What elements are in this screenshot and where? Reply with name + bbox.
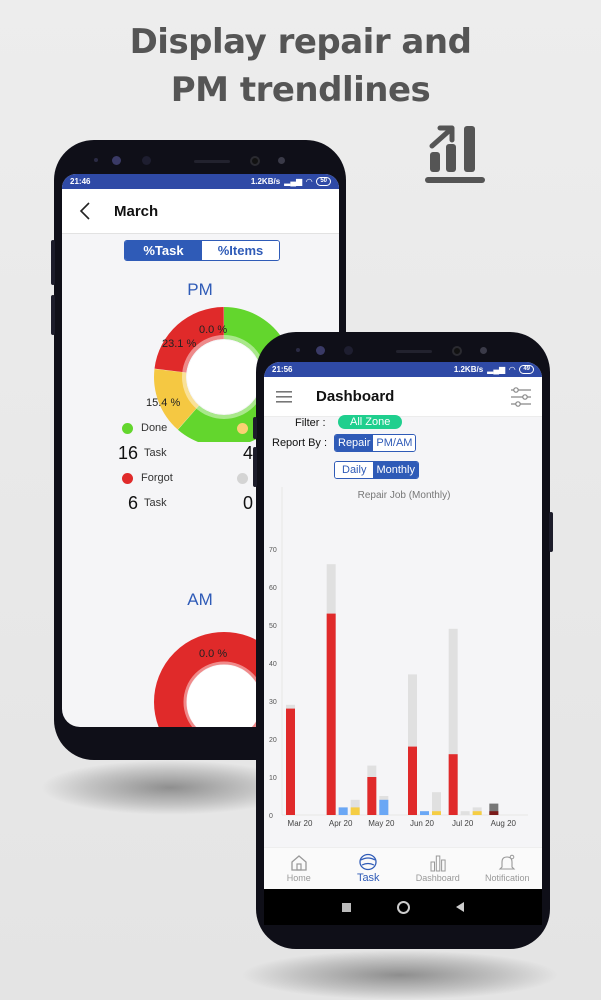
back-triangle-icon[interactable] (456, 902, 464, 912)
chevron-left-icon[interactable] (70, 196, 100, 226)
legend-count: 4 (242, 442, 253, 463)
nav-task[interactable]: Task (334, 848, 404, 889)
bar-engineer[interactable] (326, 613, 336, 815)
pm-title: PM (187, 280, 213, 299)
bar-diy[interactable] (379, 799, 389, 815)
network-speed: 1.2KB/s (250, 177, 281, 186)
status-time: 21:46 (70, 177, 91, 186)
bar-engineer[interactable] (367, 777, 377, 815)
volume-button (51, 240, 55, 285)
front-camera-bar (256, 342, 550, 362)
y-tick-label: 30 (269, 699, 277, 706)
signal-icon: ▂▄▆ (284, 177, 303, 186)
x-tick-label: Apr 20 (329, 819, 353, 828)
x-tick-label: Jul 20 (452, 819, 474, 828)
bell-icon (498, 854, 516, 870)
screen-right: 21:56 1.2KB/s ▂▄▆ ◠ 49 Dashboard Filter … (264, 362, 542, 889)
x-tick-label: May 20 (368, 819, 395, 828)
tab-items[interactable]: %Items (202, 241, 279, 260)
y-tick-label: 70 (269, 547, 277, 554)
bar-diy[interactable] (420, 811, 429, 815)
volume-button (253, 417, 257, 439)
legend-forgot: Forgot (112, 472, 227, 484)
y-tick-label: 0 (269, 813, 273, 820)
y-tick-label: 60 (269, 585, 277, 592)
legend-unit: Task (144, 497, 167, 509)
legend-count: 0 (242, 492, 253, 513)
y-tick-label: 40 (269, 661, 277, 668)
bar-diy[interactable] (338, 807, 348, 815)
am-title: AM (187, 590, 213, 609)
y-tick-label: 10 (269, 775, 277, 782)
legend-count: 16 (117, 442, 138, 463)
legend-count: 6 (127, 492, 138, 513)
bar-safety[interactable] (432, 811, 441, 815)
headline-line-2: PM trendlines (170, 70, 431, 110)
repair-job-bar-chart: Repair Job (Monthly) 0 10 20 30 40 50 60 70 Mar … (269, 487, 528, 828)
battery-icon: 50 (316, 177, 331, 186)
headline-line-1: Display repair and (129, 22, 472, 62)
power-button (549, 512, 553, 552)
nav-label: Dashboard (415, 873, 460, 883)
legend-label: Forgot (141, 472, 173, 484)
volume-button (253, 447, 257, 487)
donut-hole (187, 340, 261, 414)
legend-dot (122, 422, 133, 434)
legend-dot (122, 472, 133, 484)
wifi-icon: ◠ (306, 177, 313, 186)
home-circle-icon[interactable] (397, 900, 410, 914)
x-tick-label: Jun 20 (410, 819, 435, 828)
bar-engineer[interactable] (489, 811, 499, 815)
task-icon (359, 853, 377, 871)
system-navigation-bar (264, 889, 542, 925)
phone-shadow-right (240, 950, 560, 1000)
bar-safety[interactable] (350, 807, 360, 815)
legend-label: Done (141, 422, 168, 434)
chart-title: Repair Job (Monthly) (358, 490, 451, 501)
y-tick-label: 20 (269, 737, 277, 744)
am-slice-label: 0.0 % (199, 648, 227, 660)
nav-notification[interactable]: Notification (473, 848, 543, 889)
nav-home[interactable]: Home (264, 848, 334, 889)
x-tick-label: Mar 20 (288, 819, 313, 828)
home-icon (291, 855, 307, 871)
pm-slice-label: 0.0 % (199, 324, 227, 336)
y-tick-label: 50 (269, 623, 277, 630)
front-camera-bar (54, 152, 346, 172)
tab-task[interactable]: %Task (125, 241, 202, 260)
bar-chart-icon (430, 855, 446, 872)
nav-dashboard[interactable]: Dashboard (403, 848, 473, 889)
page-title: March (114, 202, 159, 220)
nav-label: Task (356, 872, 380, 884)
legend-done: Done (112, 422, 227, 434)
legend-dot (237, 422, 248, 434)
phone-right: 21:56 1.2KB/s ▂▄▆ ◠ 49 Dashboard Filter … (253, 332, 553, 949)
bar-all-diy[interactable] (460, 811, 470, 815)
percent-tabs: %Task %Items (124, 240, 280, 261)
pm-slice-label: 15.4 % (146, 397, 180, 409)
status-bar: 21:46 1.2KB/s ▂▄▆ ◠ 50 (62, 174, 339, 189)
bar-engineer[interactable] (448, 754, 458, 815)
volume-button (51, 295, 55, 335)
trending-chart-icon (425, 125, 485, 183)
nav-label: Notification (484, 873, 530, 883)
legend-unit: Task (144, 447, 167, 459)
bottom-navigation: Home Task Dashboard Notification (264, 847, 542, 889)
x-tick-label: Aug 20 (491, 819, 517, 828)
pm-slice-label: 23.1 % (162, 338, 196, 350)
recent-apps-icon[interactable] (342, 902, 351, 912)
app-bar: March (62, 189, 339, 234)
bar-engineer[interactable] (408, 746, 417, 815)
nav-label: Home (286, 873, 311, 883)
legend-dot (237, 472, 248, 484)
headline: Display repair and PM trendlines (0, 18, 601, 114)
bar-engineer[interactable] (286, 708, 295, 815)
bar-safety[interactable] (472, 811, 482, 815)
